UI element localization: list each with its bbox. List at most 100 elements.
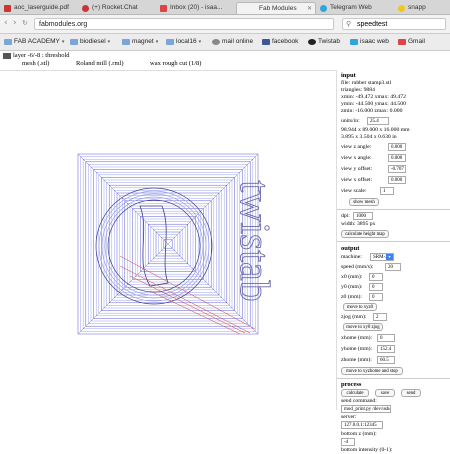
- bookmark-local16[interactable]: local16 ▾: [166, 37, 201, 47]
- calculate-height-map-button[interactable]: calculate height map: [341, 230, 389, 238]
- send-button[interactable]: send: [401, 389, 421, 397]
- send-command-input[interactable]: mod_print.py /dev/usb/lp: [341, 405, 391, 413]
- x0-input[interactable]: 0: [369, 273, 383, 281]
- machine-label: machine:: [341, 254, 362, 260]
- show-mesh-button[interactable]: show mesh: [349, 198, 379, 206]
- view-x-angle-input[interactable]: 0.000: [388, 154, 406, 162]
- bookmark-fab-academy[interactable]: FAB ACADEMY ▾: [4, 37, 64, 47]
- module-tab-mesh[interactable]: mesh (.stl): [22, 60, 49, 67]
- browser-tab-snapp[interactable]: snapp: [396, 2, 450, 14]
- bookmark-label: isaac web: [360, 38, 389, 45]
- view-x-angle-label: view x angle:: [341, 155, 372, 161]
- bookmark-isaac-web[interactable]: isaac web: [350, 37, 389, 47]
- send-command-label: send command:: [341, 398, 377, 404]
- output-heading: output: [341, 245, 360, 252]
- view-z-angle-input[interactable]: 0.000: [388, 143, 406, 151]
- module-tab-wax-rough-cut[interactable]: wax rough cut (1/8): [150, 60, 201, 67]
- x0-label: x0 (mm):: [341, 274, 363, 280]
- bookmark-label: local16: [176, 38, 197, 45]
- divider: [337, 241, 450, 242]
- gmail-icon: [398, 39, 406, 45]
- chevron-down-icon: ▾: [61, 39, 65, 45]
- z0-label: z0 (mm):: [341, 294, 363, 300]
- bottom-z-label: bottom z (mm):: [341, 431, 377, 437]
- bottom-z-input[interactable]: -4: [341, 438, 355, 446]
- bookmark-label: biodiesel: [80, 38, 106, 45]
- chevron-down-icon: ▾: [107, 39, 111, 45]
- view-y-offset-input[interactable]: -0.707: [388, 165, 406, 173]
- view-x-offset-input[interactable]: 0.000: [388, 176, 406, 184]
- input-heading: input: [341, 72, 356, 79]
- server-label: server:: [341, 414, 357, 420]
- view-z-angle-label: view z angle:: [341, 144, 372, 150]
- xhome-input[interactable]: 0: [377, 334, 395, 342]
- bookmark-label: Gmail: [408, 38, 425, 45]
- move-to-xyz0-button[interactable]: move to xyz0: [343, 303, 377, 311]
- tab-label: aoc_laserguide.pdf: [14, 4, 69, 11]
- bottom-intensity-label: bottom intensity (0-1):: [341, 447, 393, 453]
- dpi-input[interactable]: 1000: [353, 212, 373, 220]
- z0-input[interactable]: 0: [369, 293, 383, 301]
- server-input[interactable]: 127.0.0.1:12345: [341, 421, 383, 429]
- close-icon[interactable]: ✕: [307, 3, 312, 14]
- web-icon: [350, 39, 358, 45]
- zjog-input[interactable]: 2: [373, 313, 387, 321]
- save-button[interactable]: save: [375, 389, 395, 397]
- gmail-icon: [160, 5, 167, 12]
- y0-input[interactable]: 0: [369, 283, 383, 291]
- machine-select[interactable]: SRM-20 ▾: [370, 253, 394, 261]
- search-input[interactable]: ⚲ speedtest: [342, 18, 446, 30]
- bookmark-twistab[interactable]: Twistab: [308, 37, 340, 47]
- browser-tab-pdf[interactable]: aoc_laserguide.pdf: [2, 2, 78, 14]
- bookmark-label: magnet: [132, 38, 154, 45]
- bookmark-facebook[interactable]: facebook: [262, 37, 298, 47]
- bookmarks-bar: FAB ACADEMY ▾ biodiesel ▾ magnet ▾ local16 ▾…: [0, 34, 450, 51]
- url-field[interactable]: fabmodules.org: [34, 18, 334, 30]
- browser-tab-inbox[interactable]: Inbox (20) - isaa...: [158, 2, 234, 14]
- mail-icon: [212, 39, 220, 45]
- forward-icon[interactable]: ›: [13, 18, 17, 28]
- toolpath-canvas[interactable]: twistab: [0, 70, 336, 411]
- move-to-home-button[interactable]: move to xyzhome and stop: [341, 367, 403, 375]
- tab-label: snapp: [408, 4, 426, 11]
- calculate-button[interactable]: calculate: [341, 389, 369, 397]
- search-text: speedtest: [357, 21, 388, 28]
- breadcrumb-text: layer -6/-8 : threshold: [13, 52, 70, 59]
- browser-tab-telegram[interactable]: Telegram Web: [318, 2, 394, 14]
- folder-icon: [166, 39, 174, 45]
- reload-icon[interactable]: ↻: [22, 19, 28, 27]
- triangles-count: triangles: 9884: [341, 87, 375, 93]
- facebook-icon: [262, 39, 270, 45]
- stamp-text: twistab: [231, 180, 277, 301]
- chevron-down-icon: ▾: [386, 254, 393, 260]
- units-input[interactable]: 25.4: [367, 117, 389, 125]
- browser-tab-rocketchat[interactable]: (+) Rocket.Chat: [80, 2, 156, 14]
- folder-icon: [122, 39, 130, 45]
- yhome-label: yhome (mm):: [341, 346, 373, 352]
- telegram-icon: [320, 5, 327, 12]
- x-range: xmin: -49.472 xmax: 49.472: [341, 94, 406, 100]
- view-scale-input[interactable]: 1: [380, 187, 394, 195]
- bookmark-biodiesel[interactable]: biodiesel ▾: [70, 37, 110, 47]
- yhome-input[interactable]: 152.4: [377, 345, 395, 353]
- snap-icon: [398, 5, 405, 12]
- bookmark-gmail[interactable]: Gmail: [398, 37, 425, 47]
- move-to-xy0-zjog-button[interactable]: move to xy0 zjog: [343, 323, 383, 331]
- bookmark-label: facebook: [272, 38, 299, 45]
- divider: [337, 209, 450, 210]
- view-scale-label: view scale:: [341, 188, 367, 194]
- browser-tab-fab-modules[interactable]: Fab Modules ✕: [236, 2, 316, 14]
- pdf-icon: [4, 5, 11, 12]
- module-tabs: mesh (.stl) Roland mill (.rml) wax rough…: [0, 60, 336, 69]
- module-tab-roland-mill[interactable]: Roland mill (.rml): [76, 60, 123, 67]
- process-heading: process: [341, 381, 362, 388]
- bookmark-mail-online[interactable]: mail online: [212, 37, 253, 47]
- speed-input[interactable]: 20: [385, 263, 401, 271]
- back-icon[interactable]: ‹: [4, 18, 8, 28]
- bookmark-magnet[interactable]: magnet ▾: [122, 37, 158, 47]
- xhome-label: xhome (mm):: [341, 335, 373, 341]
- zhome-input[interactable]: 60.5: [377, 356, 395, 364]
- zjog-label: zjog (mm):: [341, 314, 367, 320]
- y0-label: y0 (mm):: [341, 284, 363, 290]
- control-panel: input file: rubber stamp3.stl triangles:…: [336, 70, 450, 453]
